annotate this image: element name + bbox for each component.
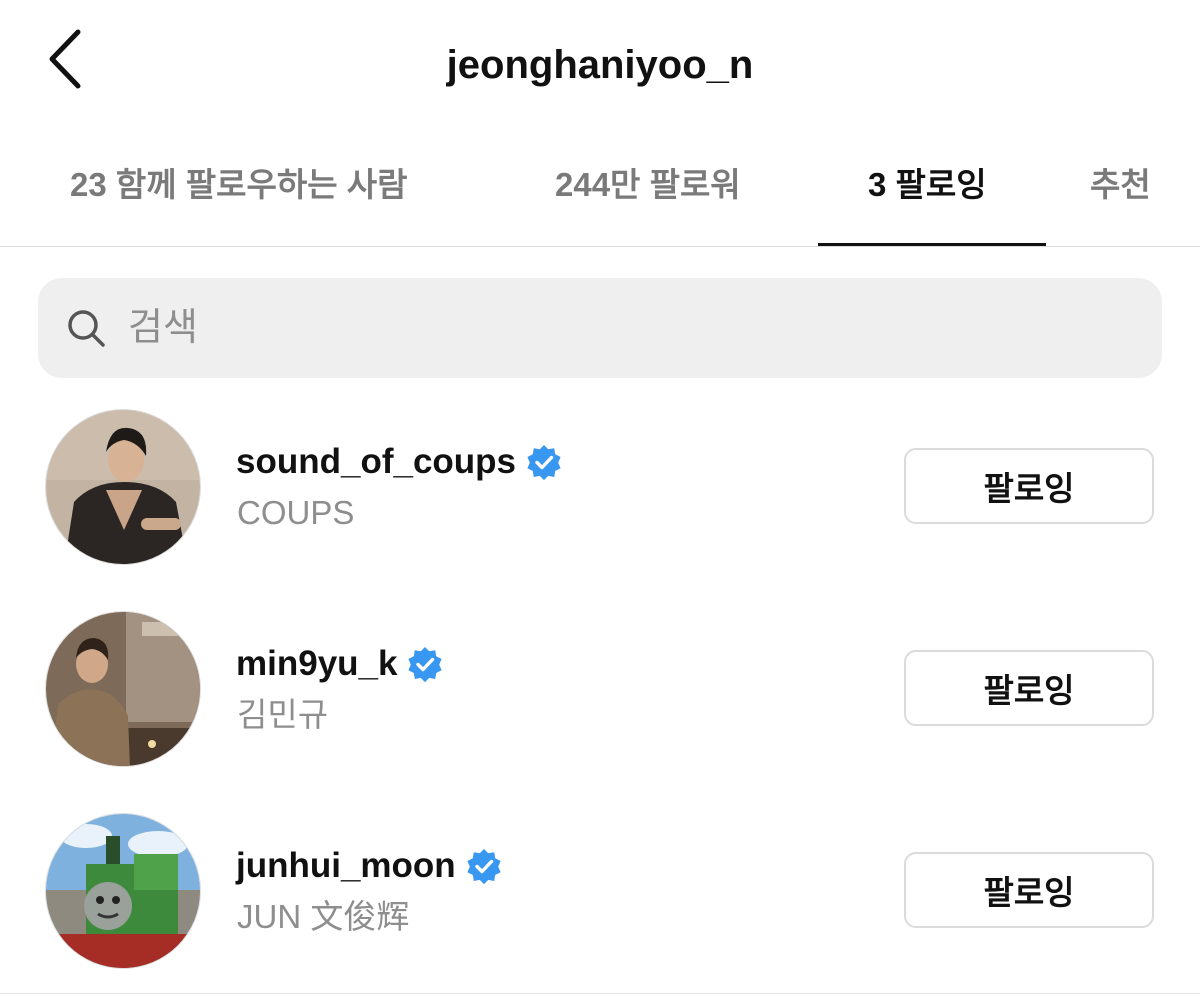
tab-mutual-followers[interactable]: 23 함께 팔로우하는 사람 xyxy=(70,162,407,208)
username[interactable]: junhui_moon xyxy=(236,843,502,889)
search-input[interactable] xyxy=(128,296,1108,360)
avatar[interactable] xyxy=(45,813,201,969)
divider xyxy=(0,993,1200,994)
list-item-following[interactable]: junhui_moon JUN 文俊辉 팔로잉 xyxy=(0,813,1200,973)
verified-badge-icon xyxy=(467,849,501,884)
full-name: 김민규 xyxy=(237,696,329,733)
list-item-following[interactable]: sound_of_coups COUPS 팔로잉 xyxy=(0,409,1200,569)
page-title: jeonghaniyoo_n xyxy=(446,43,754,87)
following-button[interactable]: 팔로잉 xyxy=(904,852,1154,928)
active-tab-indicator xyxy=(818,243,1046,246)
tab-followers[interactable]: 244만 팔로워 xyxy=(555,162,741,208)
following-button[interactable]: 팔로잉 xyxy=(904,650,1154,726)
verified-badge-icon xyxy=(527,445,561,480)
avatar[interactable] xyxy=(45,611,201,767)
full-name: JUN 文俊辉 xyxy=(237,898,410,935)
tab-bar: 23 함께 팔로우하는 사람 244만 팔로워 3 팔로잉 추천 xyxy=(0,150,1200,247)
search-icon xyxy=(68,310,105,347)
full-name: COUPS xyxy=(237,494,355,531)
header-bar: jeonghaniyoo_n xyxy=(0,0,1200,130)
username[interactable]: sound_of_coups xyxy=(236,439,562,485)
verified-badge-icon xyxy=(408,647,443,682)
avatar[interactable] xyxy=(45,409,201,565)
tab-suggested[interactable]: 추천 xyxy=(1090,162,1151,208)
username[interactable]: min9yu_k xyxy=(236,641,443,687)
following-button[interactable]: 팔로잉 xyxy=(904,448,1154,524)
list-item-following[interactable]: min9yu_k 김민규 팔로잉 xyxy=(0,611,1200,771)
tab-following[interactable]: 3 팔로잉 xyxy=(868,162,987,208)
